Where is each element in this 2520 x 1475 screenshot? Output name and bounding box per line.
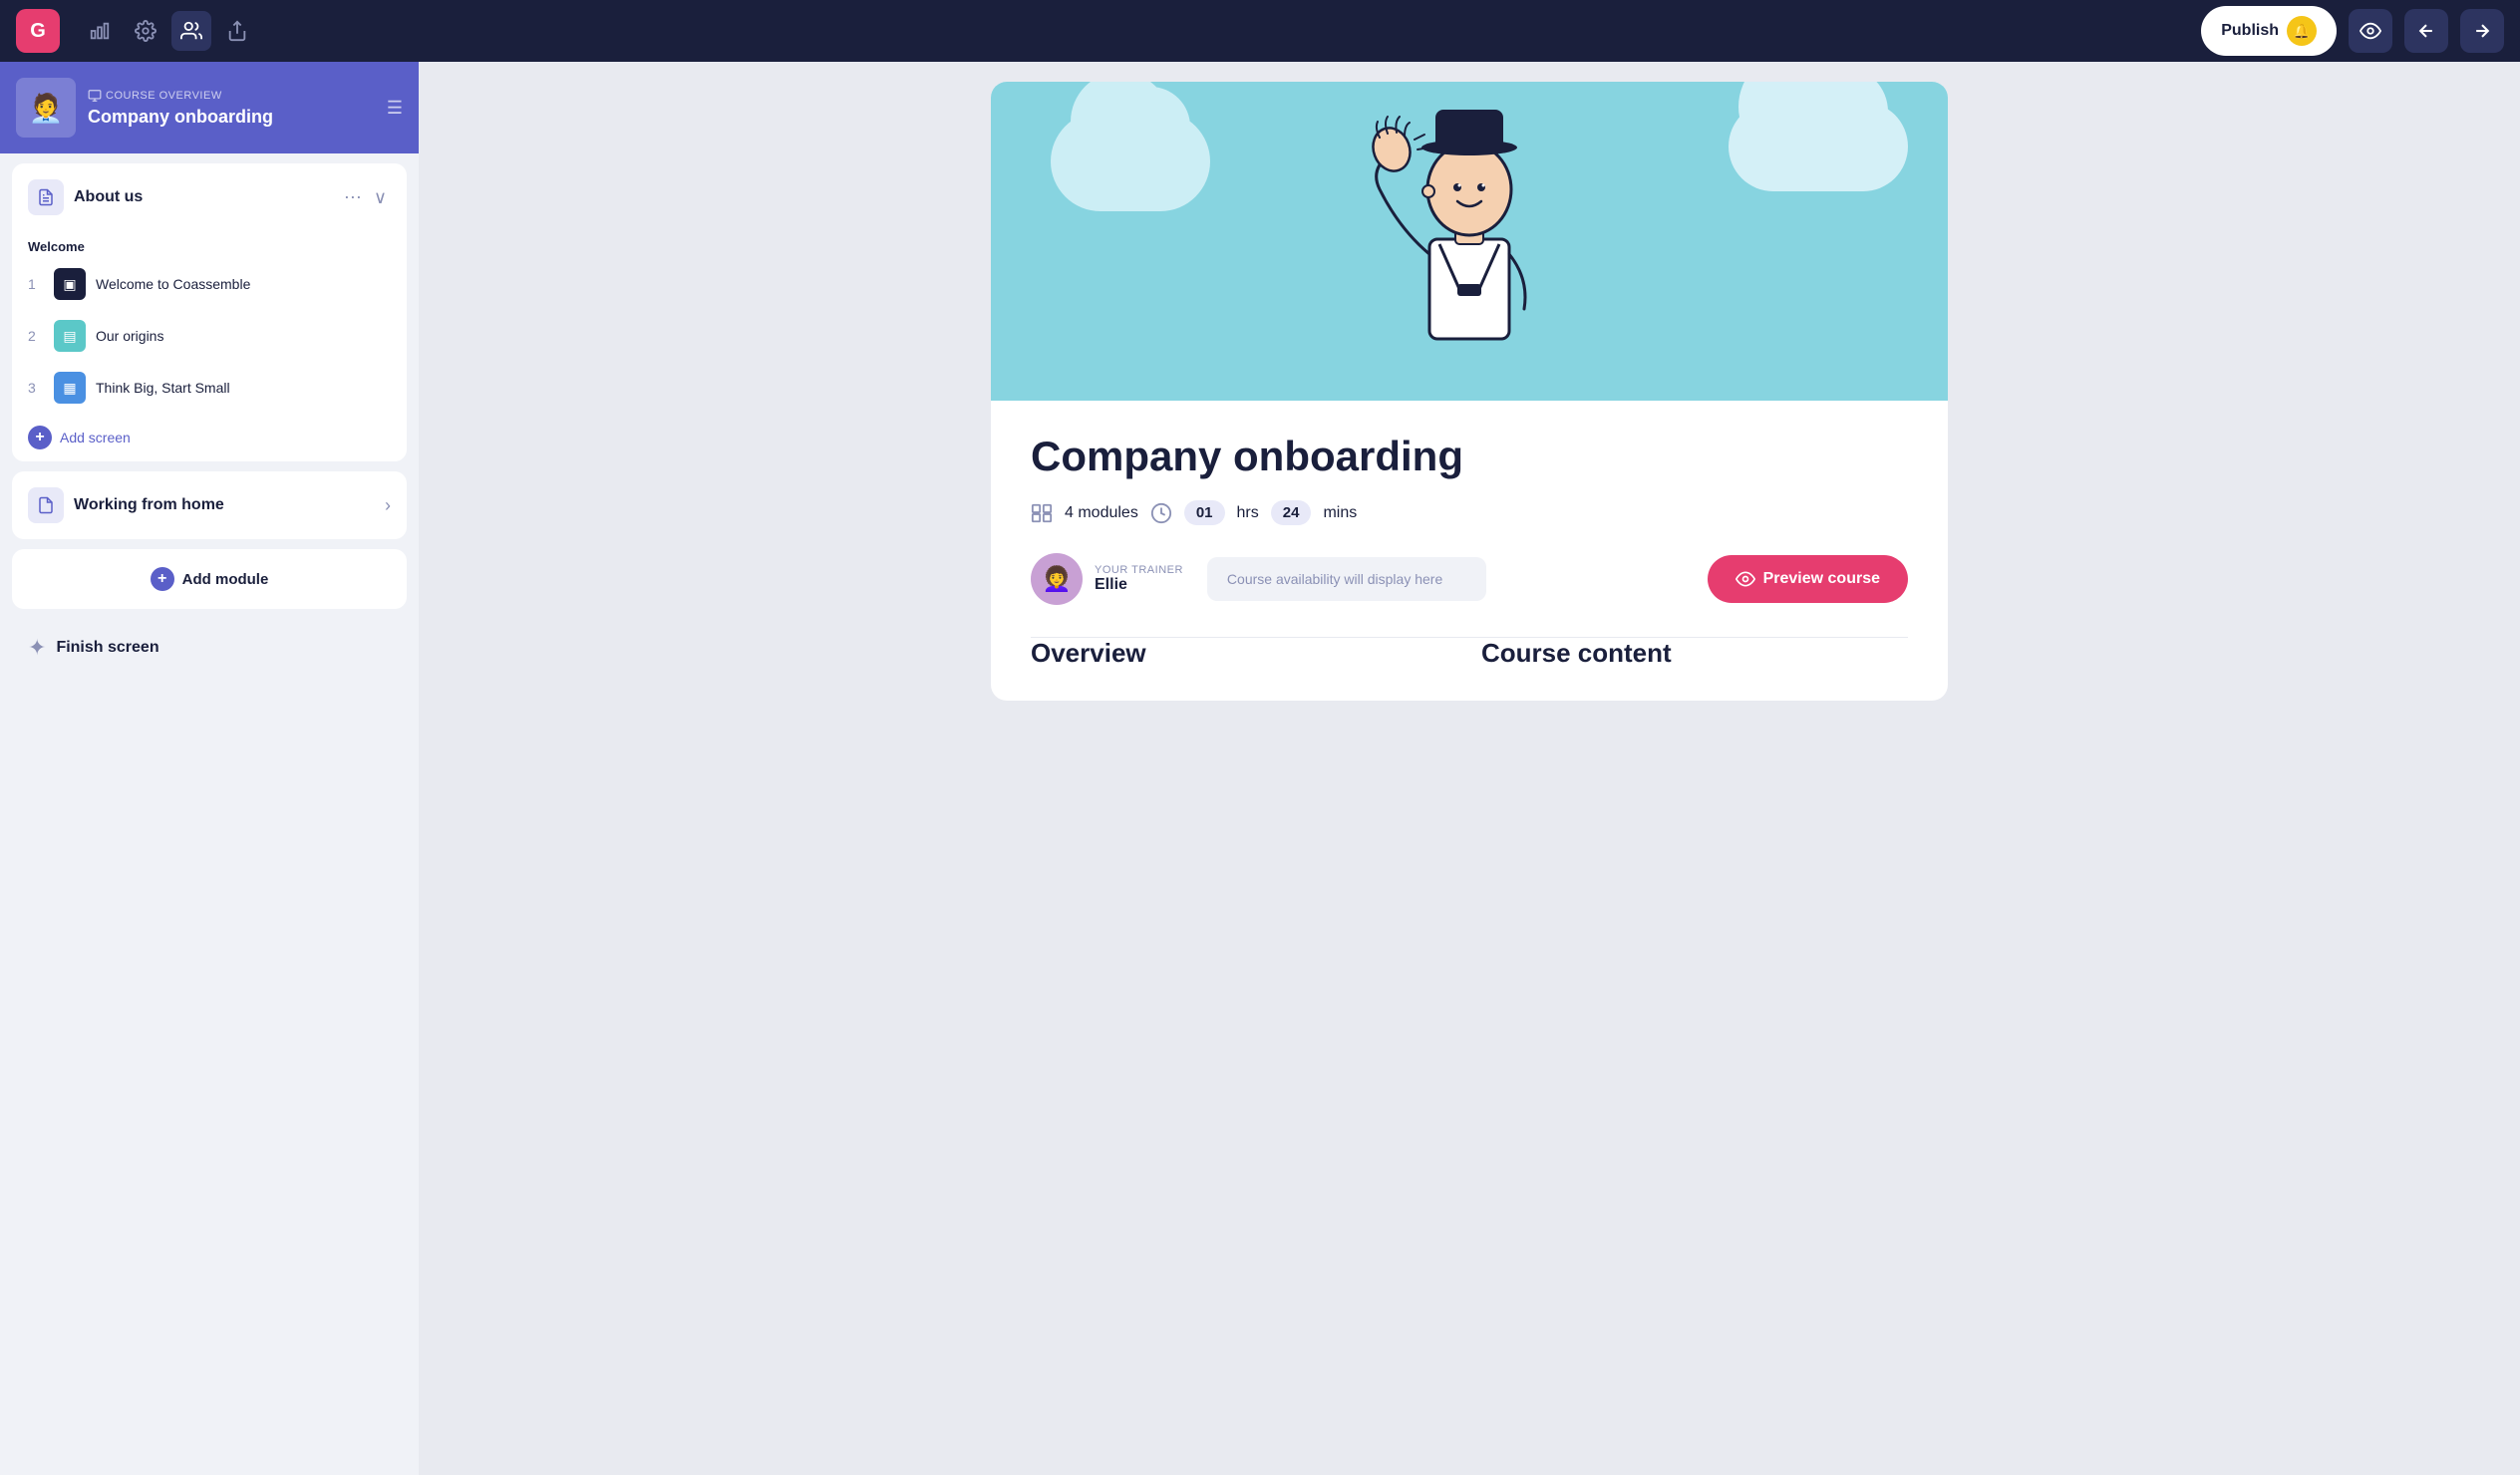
availability-text: Course availability will display here (1227, 571, 1442, 587)
trainer-name: Ellie (1095, 576, 1183, 594)
module-header-about-us: About us ⋯ ∨ (12, 163, 407, 231)
screen-name-2: Our origins (96, 328, 359, 344)
waving-character-svg (1340, 90, 1599, 389)
nav-right-actions: Publish 🔔 (2201, 6, 2504, 56)
section-header-row: Overview Course content (1031, 638, 1908, 669)
sidebar-course-title: Company onboarding (88, 107, 375, 128)
arrow-right-icon (2472, 21, 2492, 41)
screen-number-3: 3 (28, 380, 44, 396)
analytics-icon-btn[interactable] (80, 11, 120, 51)
analytics-icon (89, 20, 111, 42)
course-thumbnail: 🧑‍💼 (16, 78, 76, 138)
course-content-title: Course content (1481, 638, 1908, 669)
publish-coin-icon: 🔔 (2287, 16, 2317, 46)
chevron-right-icon: › (385, 495, 391, 516)
screen-item-2[interactable]: 2 ▤ Our origins ⋮ (12, 310, 407, 362)
main-layout: 🧑‍💼 COURSE OVERVIEW Company onboarding ☰… (0, 62, 2520, 1475)
availability-box: Course availability will display here (1207, 557, 1486, 601)
arrow-left-icon (2416, 21, 2436, 41)
course-header-text: COURSE OVERVIEW Company onboarding (88, 89, 375, 128)
top-navigation: G Publish 🔔 (0, 0, 2520, 62)
module-title-wfh: Working from home (74, 496, 375, 514)
preview-eye-icon (1735, 569, 1755, 589)
add-module-button[interactable]: + Add module (12, 549, 407, 609)
course-meta: 4 modules 01 hrs 24 mins (1031, 500, 1908, 525)
clock-icon (1150, 502, 1172, 524)
gear-icon (135, 20, 157, 42)
character-illustration (1340, 90, 1599, 394)
back-button[interactable] (2404, 9, 2448, 53)
preview-course-button[interactable]: Preview course (1708, 555, 1908, 603)
module-title-about-us: About us (74, 188, 330, 206)
screen-number-2: 2 (28, 328, 44, 344)
trainer-row: 👩‍🦱 YOUR TRAINER Ellie Course availabili… (1031, 553, 1908, 605)
add-module-label: Add module (182, 571, 269, 588)
module-more-button[interactable]: ⋯ (340, 183, 366, 212)
overview-section: Overview Course content (991, 638, 1948, 701)
finish-screen-icon: ✦ (28, 635, 46, 661)
trainer-details: YOUR TRAINER Ellie (1095, 564, 1183, 594)
logo-text: G (30, 20, 46, 43)
finish-screen-label: Finish screen (56, 639, 158, 657)
settings-icon-btn[interactable] (126, 11, 165, 51)
publish-button[interactable]: Publish 🔔 (2201, 6, 2337, 56)
screen-name-3: Think Big, Start Small (96, 380, 359, 396)
mins-label: mins (1323, 504, 1357, 522)
module-working-from-home[interactable]: Working from home › (12, 471, 407, 539)
modules-count: 4 modules (1065, 504, 1138, 522)
course-info-section: Company onboarding 4 modules 01 hrs 24 m… (991, 401, 1948, 637)
module-icon-wfh (28, 487, 64, 523)
screen-name-1: Welcome to Coassemble (96, 276, 359, 292)
sidebar: 🧑‍💼 COURSE OVERVIEW Company onboarding ☰… (0, 62, 419, 1475)
screen-item-3[interactable]: 3 ▦ Think Big, Start Small ⋮ (12, 362, 407, 414)
add-module-plus-icon: + (151, 567, 174, 591)
trainer-avatar: 👩‍🦱 (1031, 553, 1083, 605)
preview-course-label: Preview course (1763, 570, 1880, 588)
course-menu-button[interactable]: ☰ (387, 98, 403, 119)
monitor-icon (88, 89, 102, 103)
screen-icon-1: ▣ (54, 268, 86, 300)
course-overview-label: COURSE OVERVIEW (88, 89, 375, 103)
preview-icon-btn[interactable] (2349, 9, 2392, 53)
hrs-label: hrs (1237, 504, 1259, 522)
trainer-info: 👩‍🦱 YOUR TRAINER Ellie (1031, 553, 1183, 605)
modules-icon (1031, 502, 1053, 524)
add-screen-plus-icon: + (28, 426, 52, 449)
cloud-right (1729, 102, 1908, 191)
forward-button[interactable] (2460, 9, 2504, 53)
trainer-label: YOUR TRAINER (1095, 564, 1183, 576)
finish-screen-item[interactable]: ✦ Finish screen (12, 619, 407, 677)
share-icon (226, 20, 248, 42)
add-screen-label: Add screen (60, 430, 131, 445)
duration-mins: 24 (1271, 500, 1312, 525)
screen-item-1[interactable]: 1 ▣ Welcome to Coassemble ⋮ (12, 258, 407, 310)
cloud-left (1051, 112, 1210, 211)
share-icon-btn[interactable] (217, 11, 257, 51)
section-label-welcome: Welcome (12, 231, 407, 258)
screen-icon-2: ▤ (54, 320, 86, 352)
duration-hrs: 01 (1184, 500, 1225, 525)
app-logo[interactable]: G (16, 9, 60, 53)
nav-icon-group (80, 11, 257, 51)
module-collapse-button[interactable]: ∨ (370, 183, 391, 212)
module-actions-about-us: ⋯ ∨ (340, 183, 391, 212)
eye-icon (2360, 20, 2381, 42)
document-icon (37, 188, 55, 206)
hero-banner (991, 82, 1948, 401)
module-about-us: About us ⋯ ∨ Welcome 1 ▣ Welcome to Coas… (12, 163, 407, 461)
course-main-title: Company onboarding (1031, 433, 1908, 480)
screen-icon-3: ▦ (54, 372, 86, 404)
add-screen-button[interactable]: + Add screen (12, 414, 407, 461)
course-overview-header[interactable]: 🧑‍💼 COURSE OVERVIEW Company onboarding ☰ (0, 62, 419, 153)
users-icon (180, 20, 202, 42)
screen-number-1: 1 (28, 276, 44, 292)
document-icon-wfh (37, 496, 55, 514)
course-preview-card: Company onboarding 4 modules 01 hrs 24 m… (991, 82, 1948, 701)
module-icon-about-us (28, 179, 64, 215)
publish-label: Publish (2221, 22, 2279, 40)
content-area: Company onboarding 4 modules 01 hrs 24 m… (419, 62, 2520, 1475)
users-icon-btn[interactable] (171, 11, 211, 51)
overview-title: Overview (1031, 638, 1457, 669)
